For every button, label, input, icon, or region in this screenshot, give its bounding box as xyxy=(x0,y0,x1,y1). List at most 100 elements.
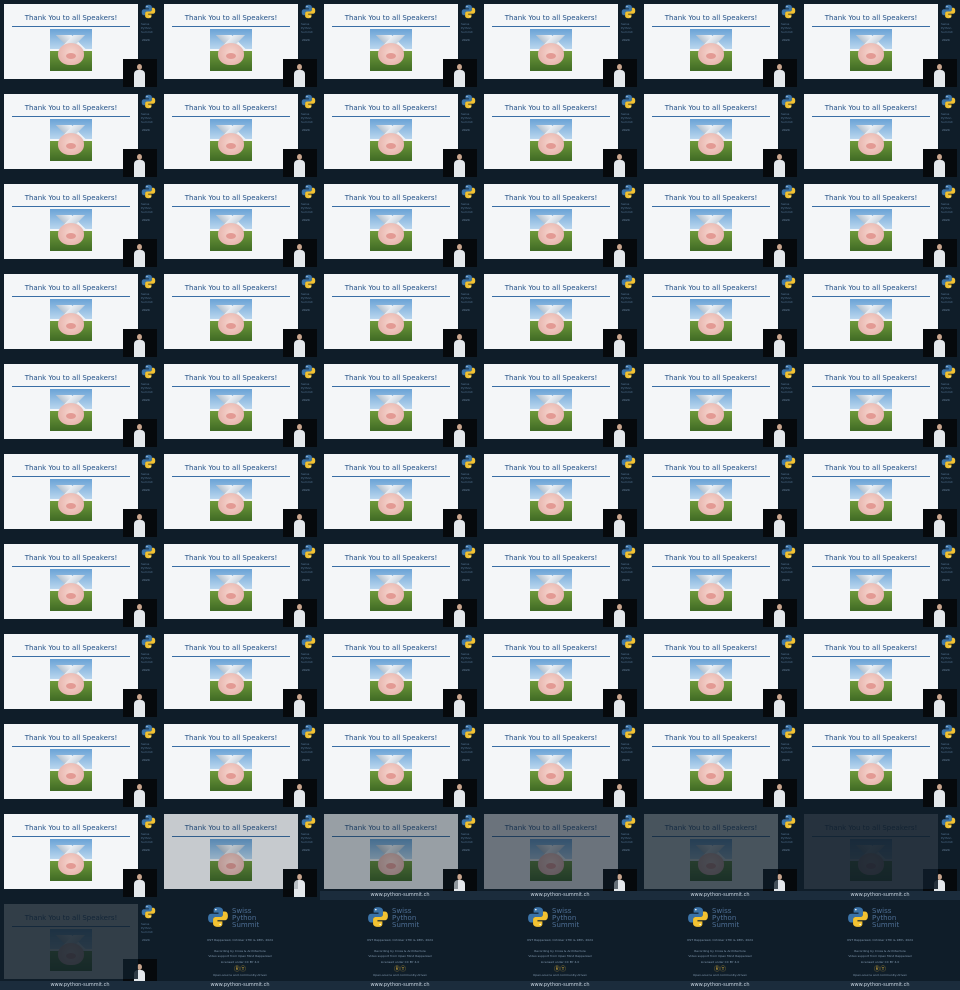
video-frame-thumbnail[interactable]: Thank You to all Speakers! Swiss Python Sum… xyxy=(0,630,160,720)
video-frame-thumbnail[interactable]: Thank You to all Speakers! Swiss Python Sum… xyxy=(800,720,960,810)
slide-title: Thank You to all Speakers! xyxy=(504,194,598,202)
slide: Thank You to all Speakers! xyxy=(804,544,938,619)
video-frame-thumbnail[interactable]: Thank You to all Speakers! Swiss Python Sum… xyxy=(640,630,800,720)
video-frame-thumbnail[interactable]: Thank You to all Speakers! Swiss Python Sum… xyxy=(320,810,480,900)
slide-title: Thank You to all Speakers! xyxy=(824,464,918,472)
video-frame-thumbnail[interactable]: Thank You to all Speakers! Swiss Python Sum… xyxy=(480,810,640,900)
video-frame-thumbnail[interactable]: Thank You to all Speakers! Swiss Python Sum… xyxy=(0,0,160,90)
title-underline xyxy=(332,116,450,117)
video-frame-thumbnail[interactable]: Thank You to all Speakers! Swiss Python Sum… xyxy=(320,270,480,360)
video-frame-thumbnail[interactable]: Thank You to all Speakers! Swiss Python Sum… xyxy=(0,270,160,360)
sidebar-line: Summit xyxy=(781,210,793,214)
video-frame-thumbnail[interactable]: Thank You to all Speakers! Swiss Python Sum… xyxy=(640,180,800,270)
speaker-camera xyxy=(923,419,957,447)
video-frame-thumbnail[interactable]: Thank You to all Speakers! Swiss Python Sum… xyxy=(320,450,480,540)
video-frame-thumbnail[interactable]: Thank You to all Speakers! Swiss Python Sum… xyxy=(160,0,320,90)
video-frame-thumbnail[interactable]: Thank You to all Speakers! Swiss Python Sum… xyxy=(320,90,480,180)
video-frame-thumbnail[interactable]: Thank You to all Speakers! Swiss Python Sum… xyxy=(480,450,640,540)
video-frame-thumbnail[interactable]: Thank You to all Speakers! Swiss Python Sum… xyxy=(320,0,480,90)
video-frame-thumbnail[interactable]: Thank You to all Speakers! Swiss Python Sum… xyxy=(480,270,640,360)
video-frame-thumbnail[interactable]: Thank You to all Speakers! Swiss Python Sum… xyxy=(640,450,800,540)
video-frame-thumbnail[interactable]: Thank You to all Speakers! Swiss Python Sum… xyxy=(640,270,800,360)
video-frame-thumbnail[interactable]: Swiss Python Summit OST Rapperswil, October… xyxy=(320,900,480,990)
speaker-camera xyxy=(603,239,637,267)
video-frame-thumbnail[interactable]: Thank You to all Speakers! Swiss Python Sum… xyxy=(480,720,640,810)
video-frame-thumbnail[interactable]: Thank You to all Speakers! Swiss Python Sum… xyxy=(640,360,800,450)
video-frame-thumbnail[interactable]: Thank You to all Speakers! Swiss Python Sum… xyxy=(480,540,640,630)
video-frame-thumbnail[interactable]: Thank You to all Speakers! Swiss Python Sum… xyxy=(480,0,640,90)
video-frame-thumbnail[interactable]: Thank You to all Speakers! Swiss Python Sum… xyxy=(800,180,960,270)
slide: Thank You to all Speakers! xyxy=(324,724,458,799)
video-frame-thumbnail[interactable]: Thank You to all Speakers! Swiss Python Sum… xyxy=(480,90,640,180)
video-frame-thumbnail[interactable]: Thank You to all Speakers! Swiss Python Sum… xyxy=(0,720,160,810)
sponsor-line: Recording by Cross & Architecture xyxy=(534,949,586,953)
video-frame-thumbnail[interactable]: Thank You to all Speakers! Swiss Python Sum… xyxy=(480,360,640,450)
sidebar-brand: Swiss Python Summit xyxy=(781,472,799,484)
url-bar: www.python-summit.ch xyxy=(0,981,160,990)
sidebar-brand: Swiss Python Summit xyxy=(141,922,159,934)
video-frame-thumbnail[interactable]: Thank You to all Speakers! Swiss Python Sum… xyxy=(640,810,800,900)
event-name-line: Summit xyxy=(712,921,740,929)
slide: Thank You to all Speakers! xyxy=(4,724,138,799)
video-frame-thumbnail[interactable]: Thank You to all Speakers! Swiss Python Sum… xyxy=(160,540,320,630)
python-logo-icon xyxy=(141,454,156,469)
video-frame-thumbnail[interactable]: Thank You to all Speakers! Swiss Python Sum… xyxy=(800,540,960,630)
video-frame-thumbnail[interactable]: Thank You to all Speakers! Swiss Python Sum… xyxy=(0,180,160,270)
video-frame-thumbnail[interactable]: Swiss Python Summit OST Rapperswil, October… xyxy=(640,900,800,990)
video-frame-thumbnail[interactable]: Thank You to all Speakers! Swiss Python Sum… xyxy=(160,450,320,540)
video-frame-thumbnail[interactable]: Thank You to all Speakers! Swiss Python Sum… xyxy=(0,450,160,540)
video-frame-thumbnail[interactable]: Thank You to all Speakers! Swiss Python Sum… xyxy=(0,810,160,900)
event-name-line: Summit xyxy=(232,921,260,929)
video-frame-thumbnail[interactable]: Thank You to all Speakers! Swiss Python Sum… xyxy=(320,630,480,720)
video-frame-thumbnail[interactable]: Thank You to all Speakers! Swiss Python Sum… xyxy=(480,630,640,720)
mascot-image xyxy=(370,569,412,611)
video-frame-thumbnail[interactable]: Thank You to all Speakers! Swiss Python Sum… xyxy=(640,540,800,630)
video-frame-thumbnail[interactable]: Swiss Python Summit OST Rapperswil, October… xyxy=(480,900,640,990)
video-frame-thumbnail[interactable]: Thank You to all Speakers! Swiss Python Sum… xyxy=(160,270,320,360)
video-frame-thumbnail[interactable]: Thank You to all Speakers! Swiss Python Sum… xyxy=(640,720,800,810)
video-frame-thumbnail[interactable]: Thank You to all Speakers! Swiss Python Sum… xyxy=(800,90,960,180)
video-frame-thumbnail[interactable]: Thank You to all Speakers! Swiss Python Sum… xyxy=(160,90,320,180)
slide-title: Thank You to all Speakers! xyxy=(24,734,118,742)
python-logo-icon xyxy=(301,184,316,199)
video-frame-thumbnail[interactable]: Thank You to all Speakers! Swiss Python Sum… xyxy=(160,810,320,900)
video-frame-thumbnail[interactable]: Thank You to all Speakers! Swiss Python Sum… xyxy=(800,360,960,450)
video-frame-thumbnail[interactable]: Thank You to all Speakers! Swiss Python Sum… xyxy=(0,360,160,450)
video-frame-thumbnail[interactable]: Thank You to all Speakers! Swiss Python Sum… xyxy=(800,810,960,900)
video-frame-thumbnail[interactable]: Thank You to all Speakers! Swiss Python Sum… xyxy=(800,0,960,90)
slide: Thank You to all Speakers! xyxy=(804,634,938,709)
python-logo-icon xyxy=(621,4,636,19)
video-frame-thumbnail[interactable]: Thank You to all Speakers! Swiss Python Sum… xyxy=(160,720,320,810)
video-frame-thumbnail[interactable]: Thank You to all Speakers! Swiss Python Sum… xyxy=(160,180,320,270)
slide: Thank You to all Speakers! xyxy=(4,814,138,889)
slide: Thank You to all Speakers! xyxy=(804,454,938,529)
video-frame-thumbnail[interactable]: Thank You to all Speakers! Swiss Python Sum… xyxy=(320,360,480,450)
video-frame-thumbnail[interactable]: Thank You to all Speakers! Swiss Python Sum… xyxy=(320,180,480,270)
python-logo-icon xyxy=(141,364,156,379)
video-frame-thumbnail[interactable]: Thank You to all Speakers! Swiss Python Sum… xyxy=(640,0,800,90)
speaker-camera xyxy=(283,329,317,357)
video-frame-thumbnail[interactable]: Thank You to all Speakers! Swiss Python Sum… xyxy=(800,450,960,540)
slide-title: Thank You to all Speakers! xyxy=(344,554,438,562)
video-frame-thumbnail[interactable]: Swiss Python Summit OST Rapperswil, October… xyxy=(800,900,960,990)
video-frame-thumbnail[interactable]: Thank You to all Speakers! Swiss Python Sum… xyxy=(160,360,320,450)
video-frame-thumbnail[interactable]: Thank You to all Speakers! Swiss Python Sum… xyxy=(0,900,160,990)
mascot-image xyxy=(690,839,732,881)
speaker-camera xyxy=(443,689,477,717)
video-frame-thumbnail[interactable]: Swiss Python Summit OST Rapperswil, October… xyxy=(160,900,320,990)
video-frame-thumbnail[interactable]: Thank You to all Speakers! Swiss Python Sum… xyxy=(480,180,640,270)
python-logo-icon xyxy=(941,634,956,649)
title-underline xyxy=(172,116,290,117)
title-underline xyxy=(492,836,610,837)
video-frame-thumbnail[interactable]: Thank You to all Speakers! Swiss Python Sum… xyxy=(320,720,480,810)
video-frame-thumbnail[interactable]: Thank You to all Speakers! Swiss Python Sum… xyxy=(320,540,480,630)
video-frame-thumbnail[interactable]: Thank You to all Speakers! Swiss Python Sum… xyxy=(0,90,160,180)
sidebar-year: 2024 xyxy=(302,38,310,42)
python-logo-icon xyxy=(301,634,316,649)
slide-title: Thank You to all Speakers! xyxy=(504,824,598,832)
video-frame-thumbnail[interactable]: Thank You to all Speakers! Swiss Python Sum… xyxy=(640,90,800,180)
video-frame-thumbnail[interactable]: Thank You to all Speakers! Swiss Python Sum… xyxy=(160,630,320,720)
video-frame-thumbnail[interactable]: Thank You to all Speakers! Swiss Python Sum… xyxy=(800,630,960,720)
video-frame-thumbnail[interactable]: Thank You to all Speakers! Swiss Python Sum… xyxy=(800,270,960,360)
video-frame-thumbnail[interactable]: Thank You to all Speakers! Swiss Python Sum… xyxy=(0,540,160,630)
